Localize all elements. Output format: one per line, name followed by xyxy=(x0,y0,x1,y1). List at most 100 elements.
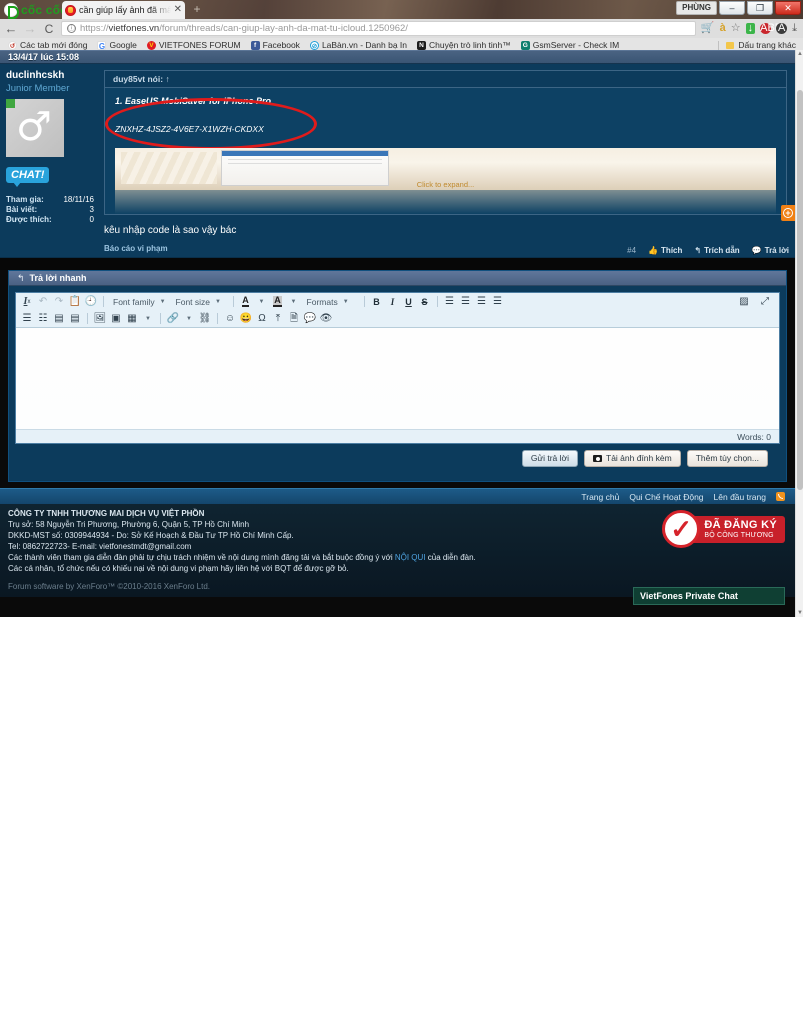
font-family-select[interactable]: Font family ▼ xyxy=(109,297,170,307)
author-username[interactable]: duclinhcskh xyxy=(6,70,94,81)
like-button[interactable]: 👍 Thích xyxy=(648,246,682,255)
page-content: 13/4/17 lúc 15:08 duclinhcskh Junior Mem… xyxy=(0,50,795,605)
more-options-button[interactable]: Thêm tùy chọn... xyxy=(686,450,768,467)
insert-image-icon[interactable]: 🖼 xyxy=(93,312,107,325)
insert-media-icon[interactable]: ▣ xyxy=(109,312,123,325)
bullet-list-icon[interactable]: ☰ xyxy=(20,312,34,325)
align-justify-icon[interactable]: ☰ xyxy=(491,295,505,308)
window-close-button[interactable]: ✕ xyxy=(775,1,801,15)
upload-icon[interactable]: ⤒ xyxy=(271,312,285,325)
bold-button[interactable]: B xyxy=(370,295,384,308)
bookmark-item[interactable]: G Google xyxy=(92,40,141,51)
bocongthuong-badge[interactable]: ✓ ĐÃ ĐĂNG KÝ BỘ CÔNG THƯƠNG xyxy=(662,510,785,548)
emoji-icon[interactable]: 😀 xyxy=(239,312,253,325)
new-tab-button[interactable]: + xyxy=(189,3,205,17)
private-chat-widget[interactable]: VietFones Private Chat xyxy=(633,587,785,605)
underline-button[interactable]: U xyxy=(402,295,416,308)
remove-format-icon[interactable]: Ix xyxy=(20,295,34,308)
reload-icon[interactable]: C xyxy=(42,22,56,36)
redo-icon[interactable]: ↷ xyxy=(52,295,66,308)
attach-image-button[interactable]: Tải ảnh đính kèm xyxy=(584,450,681,467)
floating-add-button[interactable]: + xyxy=(781,205,795,221)
insert-table-icon[interactable]: ▦ xyxy=(125,312,139,325)
font-size-select[interactable]: Font size ▼ xyxy=(172,297,228,307)
click-to-expand-label[interactable]: Click to expand... xyxy=(115,180,776,189)
tab-title: cần giúp lấy ảnh đã mất tu xyxy=(79,5,171,15)
italic-button[interactable]: I xyxy=(386,295,400,308)
submit-reply-button[interactable]: Gửi trả lời xyxy=(521,450,578,467)
post-number[interactable]: #4 xyxy=(627,246,636,255)
spoiler-icon[interactable]: 👁 xyxy=(319,312,333,325)
bookmark-item[interactable]: f Facebook xyxy=(246,40,305,50)
rules-link[interactable]: NỘI QUI xyxy=(395,553,426,562)
adblock-icon[interactable]: ABP xyxy=(760,23,782,34)
profile-chip[interactable]: PHÙNG xyxy=(676,1,717,15)
bookmark-label: LaBàn.vn - Danh bạ In xyxy=(321,40,407,50)
forward-icon[interactable]: → xyxy=(23,21,37,36)
fullscreen-icon[interactable]: ⤢ xyxy=(758,295,772,308)
rss-icon[interactable] xyxy=(776,492,785,501)
footer-link-rules[interactable]: Qui Chế Hoạt Động xyxy=(629,492,703,502)
url-input[interactable]: ⓘ https://vietfones.vn/forum/threads/can… xyxy=(61,21,696,36)
align-right-icon[interactable]: ☰ xyxy=(475,295,489,308)
quote-jump-icon[interactable]: ↑ xyxy=(165,74,169,84)
chat-badge[interactable]: CHAT! xyxy=(6,165,50,187)
account-icon[interactable]: A xyxy=(776,23,788,34)
align-left-icon[interactable]: ☰ xyxy=(443,295,457,308)
bookmarks-other-label: Dấu trang khác xyxy=(738,40,796,50)
menu-icon[interactable]: ⤓ xyxy=(792,23,797,34)
strikethrough-button[interactable]: S xyxy=(418,295,432,308)
source-code-icon[interactable]: ▨ xyxy=(737,295,751,308)
quote-header[interactable]: duy85vt nói: ↑ xyxy=(105,71,786,88)
unlink-icon[interactable]: ⛓ xyxy=(198,312,212,325)
special-char-icon[interactable]: Ω xyxy=(255,312,269,325)
bookmark-item[interactable]: V VIETFONES FORUM xyxy=(142,40,246,50)
reply-button[interactable]: 💬 Trả lời xyxy=(752,246,789,255)
download-icon[interactable]: ↓ xyxy=(745,23,756,34)
insert-link-dropdown-icon[interactable]: ▼ xyxy=(182,312,196,325)
bookmark-item[interactable]: N Chuyện trò linh tinh™ xyxy=(412,40,516,50)
history-icon[interactable]: 🕘 xyxy=(84,295,98,308)
bookmark-item[interactable]: ⊘ LaBàn.vn - Danh bạ In xyxy=(305,40,412,50)
accent-a-icon[interactable]: à xyxy=(720,23,726,34)
editor-text-area[interactable] xyxy=(16,327,779,429)
bookmarks-other-group[interactable]: Dấu trang khác xyxy=(715,40,800,50)
browser-tab-active[interactable]: cần giúp lấy ảnh đã mất tu ✕ xyxy=(62,1,185,19)
highlight-color-icon[interactable]: A xyxy=(271,295,285,308)
cart-icon[interactable]: 🛒 xyxy=(701,23,715,34)
quote-image-preview[interactable]: Click to expand... xyxy=(115,148,776,190)
insert-link-icon[interactable]: 🔗 xyxy=(166,312,180,325)
bookmark-item[interactable]: ↺ Các tab mới đóng xyxy=(3,40,92,50)
align-center-icon[interactable]: ☰ xyxy=(459,295,473,308)
maximize-button[interactable]: ❐ xyxy=(747,1,773,15)
minimize-button[interactable]: – xyxy=(719,1,745,15)
quote-button[interactable]: ↰ Trích dẫn xyxy=(694,246,739,255)
page-scrollbar[interactable]: ▲ ▼ xyxy=(795,50,803,617)
insert-table-dropdown-icon[interactable]: ▼ xyxy=(141,312,155,325)
bookmark-item[interactable]: G GsmServer - Check IM xyxy=(516,40,624,50)
back-icon[interactable]: ← xyxy=(4,21,18,36)
avatar[interactable]: ♂ xyxy=(6,99,64,157)
undo-icon[interactable]: ↶ xyxy=(36,295,50,308)
draft-icon[interactable]: 💬 xyxy=(303,312,317,325)
text-color-icon[interactable]: A xyxy=(239,295,253,308)
paste-icon[interactable]: 📋 xyxy=(68,295,82,308)
tab-close-icon[interactable]: ✕ xyxy=(174,5,182,15)
numbered-list-icon[interactable]: ☷ xyxy=(36,312,50,325)
highlight-color-dropdown-icon[interactable]: ▼ xyxy=(287,295,301,308)
site-info-icon[interactable]: ⓘ xyxy=(67,24,76,33)
outdent-icon[interactable]: ▤ xyxy=(52,312,66,325)
indent-icon[interactable]: ▤ xyxy=(68,312,82,325)
star-icon[interactable]: ☆ xyxy=(731,23,741,34)
quote-arrow-icon: ↰ xyxy=(694,246,702,255)
footer-link-top[interactable]: Lên đầu trang xyxy=(714,492,766,502)
formats-select[interactable]: Formats ▼ xyxy=(303,297,359,307)
smilies-icon[interactable]: ☺ xyxy=(223,312,237,325)
tab-strip: cốc cốc cần giúp lấy ảnh đã mất tu ✕ + P… xyxy=(0,0,803,19)
scroll-up-arrow-icon[interactable]: ▲ xyxy=(796,50,803,58)
insert-bbcode-icon[interactable]: 🗎 xyxy=(287,312,301,325)
scroll-down-arrow-icon[interactable]: ▼ xyxy=(796,609,803,617)
text-color-dropdown-icon[interactable]: ▼ xyxy=(255,295,269,308)
footer-link-home[interactable]: Trang chủ xyxy=(581,492,619,502)
scrollbar-thumb[interactable] xyxy=(797,90,803,490)
